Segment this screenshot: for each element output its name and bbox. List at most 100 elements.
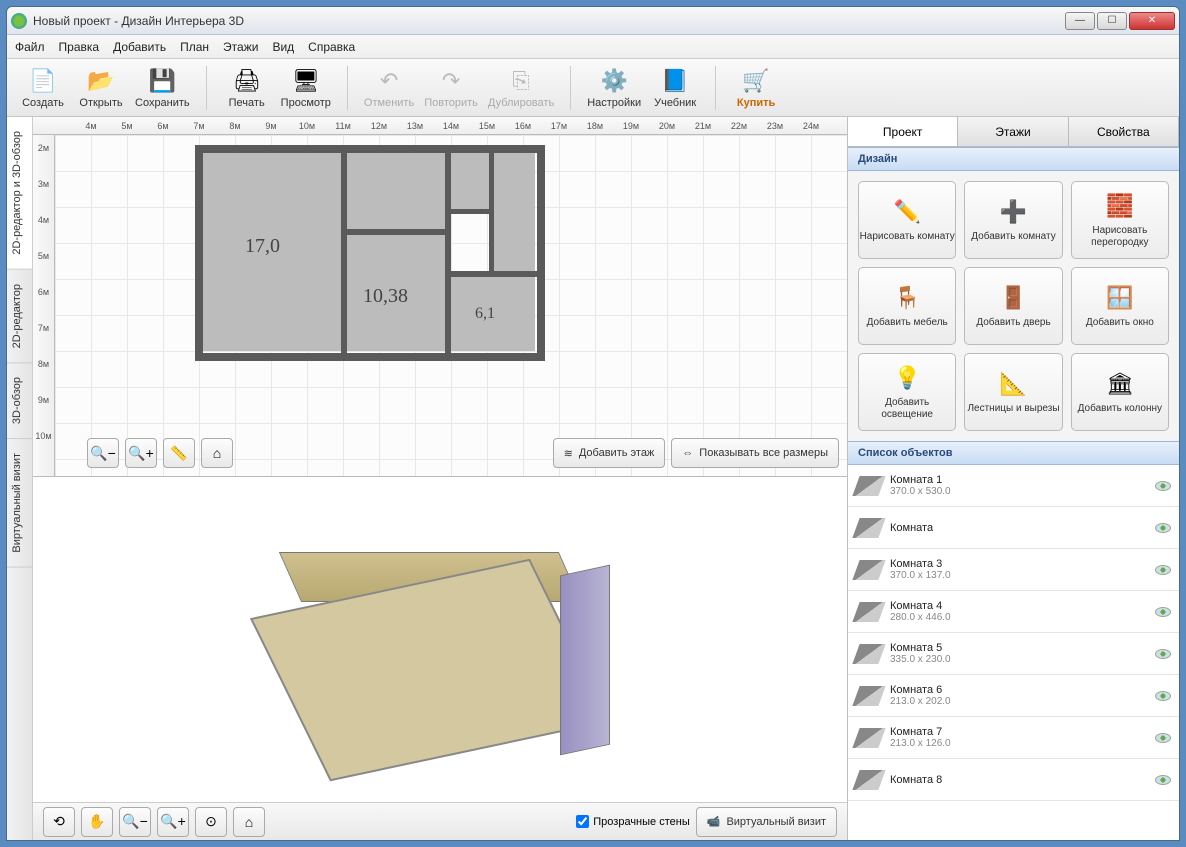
design-button-0[interactable]: ✏️Нарисовать комнату — [858, 181, 956, 259]
tab-2d-3d-combo[interactable]: 2D-редактор и 3D-обзор — [7, 117, 32, 270]
tab-virtual-visit[interactable]: Виртуальный визит — [7, 439, 32, 568]
separator — [206, 66, 207, 110]
object-item[interactable]: Комната 6213.0 x 202.0 — [848, 675, 1179, 717]
object-item[interactable]: Комната 4280.0 x 446.0 — [848, 591, 1179, 633]
design-label: Добавить дверь — [976, 317, 1050, 329]
tutorial-button[interactable]: 📘Учебник — [651, 67, 699, 109]
ruler-button[interactable]: 📏 — [163, 438, 195, 468]
buy-button[interactable]: 🛒Купить — [732, 67, 780, 109]
rotate360-button[interactable]: ⟲ — [43, 807, 75, 837]
undo-button[interactable]: ↶Отменить — [364, 67, 414, 109]
floorplan: 17,0 10,38 6,1 — [195, 145, 565, 385]
transparent-walls-checkbox[interactable]: Прозрачные стены — [576, 815, 689, 828]
design-icon: 🏛 — [1105, 369, 1135, 399]
menu-view[interactable]: Вид — [272, 40, 294, 54]
object-item[interactable]: Комната 1370.0 x 530.0 — [848, 465, 1179, 507]
zoom-in-button[interactable]: 🔍+ — [125, 438, 157, 468]
menu-floors[interactable]: Этажи — [223, 40, 258, 54]
folder-icon: 📂 — [87, 67, 115, 95]
tab-project[interactable]: Проект — [848, 117, 958, 146]
center-pane: 4м5м6м7м8м9м10м11м12м13м14м15м16м17м18м1… — [33, 117, 847, 840]
menu-add[interactable]: Добавить — [113, 40, 166, 54]
design-button-7[interactable]: 📐Лестницы и вырезы — [964, 353, 1062, 431]
redo-button[interactable]: ↷Повторить — [424, 67, 478, 109]
book-icon: 📘 — [661, 67, 689, 95]
design-button-6[interactable]: 💡Добавить освещение — [858, 353, 956, 431]
view-3d-area[interactable] — [33, 477, 847, 802]
menu-plan[interactable]: План — [180, 40, 209, 54]
object-item[interactable]: Комната 3370.0 x 137.0 — [848, 549, 1179, 591]
visibility-toggle[interactable] — [1155, 607, 1171, 617]
zoom-out-button[interactable]: 🔍− — [87, 438, 119, 468]
right-panel: Проект Этажи Свойства Дизайн ✏️Нарисоват… — [847, 117, 1179, 840]
design-button-4[interactable]: 🚪Добавить дверь — [964, 267, 1062, 345]
menu-edit[interactable]: Правка — [59, 40, 100, 54]
zoom-in-icon: 🔍+ — [160, 813, 186, 830]
design-button-8[interactable]: 🏛Добавить колонну — [1071, 353, 1169, 431]
ruler-tick: 5м — [33, 251, 54, 287]
object-item[interactable]: Комната 5335.0 x 230.0 — [848, 633, 1179, 675]
tab-floors[interactable]: Этажи — [958, 117, 1068, 146]
room-icon — [852, 518, 885, 538]
menu-file[interactable]: Файл — [15, 40, 45, 54]
object-item[interactable]: Комната 7213.0 x 126.0 — [848, 717, 1179, 759]
visibility-toggle[interactable] — [1155, 775, 1171, 785]
design-button-3[interactable]: 🪑Добавить мебель — [858, 267, 956, 345]
object-item[interactable]: Комната 8 — [848, 759, 1179, 801]
object-item[interactable]: Комната — [848, 507, 1179, 549]
tab-3d-view[interactable]: 3D-обзор — [7, 363, 32, 439]
room-icon — [852, 728, 885, 748]
visibility-toggle[interactable] — [1155, 481, 1171, 491]
pan-button[interactable]: ✋ — [81, 807, 113, 837]
save-button[interactable]: 💾Сохранить — [135, 67, 190, 109]
duplicate-button[interactable]: ⎘Дублировать — [488, 67, 554, 109]
menu-help[interactable]: Справка — [308, 40, 355, 54]
settings-button[interactable]: ⚙️Настройки — [587, 67, 641, 109]
ruler-tick: 4м — [73, 121, 109, 131]
room-icon — [852, 770, 885, 790]
close-button[interactable]: ✕ — [1129, 12, 1175, 30]
open-button[interactable]: 📂Открыть — [77, 67, 125, 109]
visibility-toggle[interactable] — [1155, 733, 1171, 743]
visibility-toggle[interactable] — [1155, 565, 1171, 575]
cart-icon: 🛒 — [742, 67, 770, 95]
plan-toolbar: 🔍− 🔍+ 📏 ⌂ ≋Добавить этаж ⇔Показывать все… — [87, 438, 839, 468]
plan-canvas[interactable]: 17,0 10,38 6,1 🔍− 🔍+ 📏 ⌂ ≋Добавить этаж … — [55, 135, 847, 476]
ruler-tick: 20м — [649, 121, 685, 131]
home-icon: ⌂ — [213, 445, 221, 461]
objects-list[interactable]: Комната 1370.0 x 530.0 Комната Комната 337… — [848, 465, 1179, 840]
object-name: Комната 5 — [890, 642, 1147, 654]
visibility-toggle[interactable] — [1155, 691, 1171, 701]
show-dimensions-button[interactable]: ⇔Показывать все размеры — [671, 438, 839, 468]
design-section-header: Дизайн — [848, 147, 1179, 171]
object-dimensions: 370.0 x 530.0 — [890, 486, 1147, 497]
ruler-tick: 13м — [397, 121, 433, 131]
design-button-1[interactable]: ➕Добавить комнату — [964, 181, 1062, 259]
zoom-in-3d-button[interactable]: 🔍+ — [157, 807, 189, 837]
print-button[interactable]: 🖨Печать — [223, 67, 271, 109]
minimize-button[interactable]: — — [1065, 12, 1095, 30]
home-3d-button[interactable]: ⌂ — [233, 807, 265, 837]
ruler-tick: 22м — [721, 121, 757, 131]
design-button-2[interactable]: 🧱Нарисовать перегородку — [1071, 181, 1169, 259]
tab-properties[interactable]: Свойства — [1069, 117, 1179, 146]
reset-view-button[interactable]: ⊙ — [195, 807, 227, 837]
create-button[interactable]: 📄Создать — [19, 67, 67, 109]
zoom-out-3d-button[interactable]: 🔍− — [119, 807, 151, 837]
preview-button[interactable]: 🖥Просмотр — [281, 67, 331, 109]
ruler-tick: 18м — [577, 121, 613, 131]
home-button[interactable]: ⌂ — [201, 438, 233, 468]
visibility-toggle[interactable] — [1155, 649, 1171, 659]
room-icon — [852, 560, 885, 580]
design-button-5[interactable]: 🪟Добавить окно — [1071, 267, 1169, 345]
tab-2d-editor[interactable]: 2D-редактор — [7, 270, 32, 363]
maximize-button[interactable]: ☐ — [1097, 12, 1127, 30]
redo-icon: ↷ — [437, 67, 465, 95]
object-name: Комната — [890, 522, 1147, 534]
ruler-tick: 21м — [685, 121, 721, 131]
add-floor-button[interactable]: ≋Добавить этаж — [553, 438, 666, 468]
virtual-visit-button[interactable]: 📹Виртуальный визит — [696, 807, 837, 837]
visibility-toggle[interactable] — [1155, 523, 1171, 533]
target-icon: ⊙ — [205, 813, 217, 830]
rotate-icon: ⟲ — [53, 813, 65, 830]
